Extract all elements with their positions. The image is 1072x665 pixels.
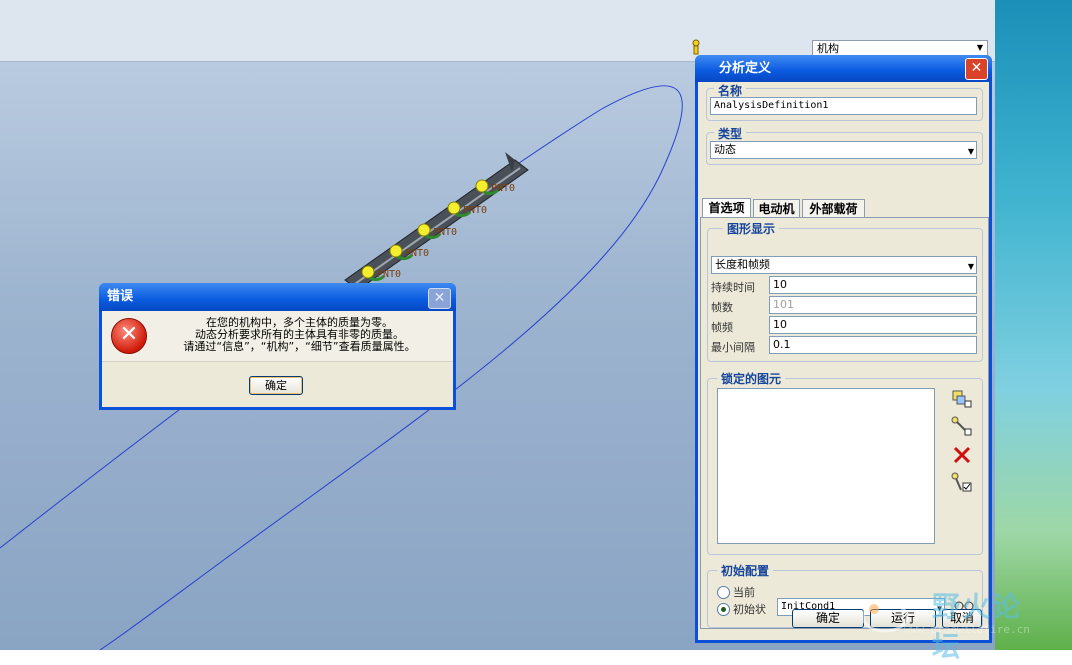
min-interval-label: 最小间隔	[711, 341, 755, 354]
watermark: 野火论坛 www.proewildfire.cn	[860, 585, 1050, 663]
preferences-panel: 图形显示 长度和帧频 ▼ 持续时间 10 帧数 101 帧频 10 最小间隔 0…	[700, 217, 989, 629]
datum-point-label: PNT0	[463, 205, 487, 216]
chevron-down-icon: ▼	[967, 147, 974, 156]
delete-icon[interactable]	[951, 444, 973, 466]
datum-point-marker[interactable]	[475, 179, 489, 193]
watermark-url: www.proewildfire.cn	[904, 623, 1030, 636]
radio-initial[interactable]	[717, 603, 730, 616]
locked-entities-label: 锁定的图元	[717, 370, 786, 387]
error-dialog-title: 错误	[99, 283, 456, 311]
frame-rate-label: 帧频	[711, 321, 733, 334]
datum-point-label: PNT0	[491, 183, 515, 194]
error-ok-button[interactable]: 确定	[249, 376, 303, 395]
datum-point-label: PNT0	[405, 248, 429, 259]
initial-config-label: 初始配置	[717, 562, 774, 579]
lock-connection-icon[interactable]	[951, 416, 973, 438]
graphics-mode-value: 长度和帧频	[715, 258, 770, 271]
enable-connection-icon[interactable]	[951, 472, 973, 494]
frame-count-input: 101	[769, 296, 977, 314]
graphics-group-label: 图形显示	[723, 220, 780, 237]
type-select[interactable]: 动态 ▼	[710, 141, 977, 159]
tab-preferences[interactable]: 首选项	[702, 198, 751, 218]
error-message-line-3: 请通过“信息”，“机构”，“细节”查看质量属性。	[183, 340, 416, 353]
desktop-background	[995, 0, 1072, 650]
error-dialog: 错误 ✕ ✕ 在您的机构中，多个主体的质量为零。 动态分析要求所有的主体具有非零…	[99, 283, 456, 410]
radio-current-label: 当前	[733, 586, 755, 599]
watermark-logo-icon	[861, 601, 909, 633]
radio-initial-label: 初始状	[733, 603, 766, 616]
analysis-dialog-title: 分析定义	[695, 55, 992, 82]
error-dialog-body: ✕ 在您的机构中，多个主体的质量为零。 动态分析要求所有的主体具有非零的质量。 …	[102, 311, 453, 407]
tab-external-loads[interactable]: 外部载荷	[802, 199, 865, 218]
datum-point-marker[interactable]	[389, 244, 403, 258]
frame-count-label: 帧数	[711, 301, 733, 314]
analysis-dialog-body: 名称 AnalysisDefinition1 类型 动态 ▼ 首选项 电动机 外…	[698, 82, 989, 640]
graphics-mode-select[interactable]: 长度和帧频 ▼	[711, 256, 977, 274]
chevron-down-icon: ▼	[967, 262, 974, 271]
frame-rate-input[interactable]: 10	[769, 316, 977, 334]
datum-point-marker[interactable]	[447, 201, 461, 215]
ok-button[interactable]: 确定	[792, 609, 864, 628]
datum-point-marker[interactable]	[417, 223, 431, 237]
close-icon[interactable]: ✕	[965, 58, 988, 80]
datum-point-marker[interactable]	[361, 265, 375, 279]
duration-input[interactable]: 10	[769, 276, 977, 294]
min-interval-input[interactable]: 0.1	[769, 336, 977, 354]
name-input[interactable]: AnalysisDefinition1	[710, 97, 977, 115]
radio-current[interactable]	[717, 586, 730, 599]
analysis-definition-dialog: 分析定义 ✕ 名称 AnalysisDefinition1 类型 动态 ▼ 首选…	[695, 55, 992, 643]
close-icon[interactable]: ✕	[428, 288, 451, 309]
duration-label: 持续时间	[711, 281, 755, 294]
error-message: 在您的机构中，多个主体的质量为零。 动态分析要求所有的主体具有非零的质量。 请通…	[152, 317, 447, 353]
error-icon: ✕	[111, 318, 147, 354]
type-group-label: 类型	[714, 125, 747, 142]
datum-point-label: PNT0	[433, 227, 457, 238]
tab-motors[interactable]: 电动机	[753, 199, 800, 218]
type-select-value: 动态	[714, 143, 736, 156]
datum-point-label: PNT0	[377, 269, 401, 280]
lock-body-icon[interactable]	[951, 388, 973, 410]
locked-entities-list[interactable]	[717, 388, 935, 544]
